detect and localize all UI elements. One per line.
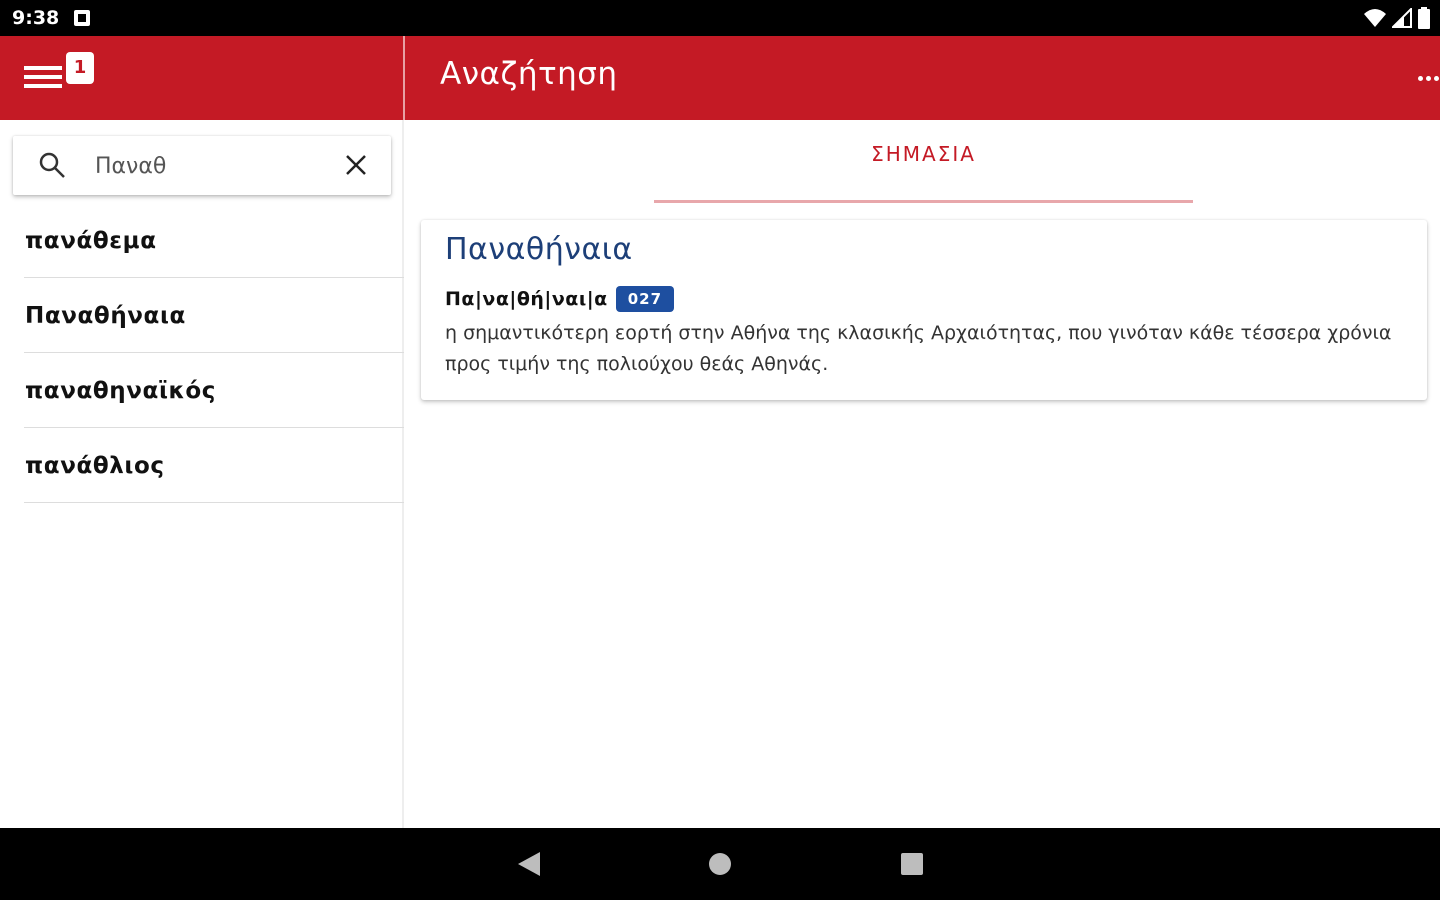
tab-meaning[interactable]: ΣΗΜΑΣΙΑ [654,142,1193,204]
app-bar-divider [403,36,405,120]
syllable-row: Πα|να|θή|ναι|α 027 [445,286,675,312]
detail-panel: ΣΗΜΑΣΙΑ Παναθήναια Πα|να|θή|ναι|α 027 η … [405,120,1440,828]
list-item[interactable]: παναθηναϊκός [0,353,404,428]
app-bar: 1 Αναζήτηση [0,36,1440,120]
close-icon[interactable] [343,152,369,178]
code-badge[interactable]: 027 [615,286,675,312]
syllabification: Πα|να|θή|ναι|α [445,288,608,310]
status-time: 9:38 [12,7,60,29]
headword: Παναθήναια [445,232,633,267]
list-item[interactable]: Παναθήναια [0,278,404,353]
search-icon [39,152,65,178]
tab-indicator [654,200,1193,203]
menu-button[interactable] [24,62,64,92]
list-item[interactable]: πανάθλιος [0,428,404,503]
page-title: Αναζήτηση [440,56,618,92]
menu-icon-line [24,84,62,88]
definition-text: η σημαντικότερη εορτή στην Αθήνα της κλα… [445,322,1392,375]
definition-card: Παναθήναια Πα|να|θή|ναι|α 027 η σημαντικ… [421,220,1427,400]
search-input[interactable] [93,146,333,186]
signal-icon [1392,8,1412,28]
overflow-menu-button[interactable] [1418,68,1440,88]
menu-badge: 1 [66,52,94,84]
notification-icon [74,10,90,26]
search-box [13,136,391,195]
result-list: πανάθεμα Παναθήναια παναθηναϊκός πανάθλι… [0,203,404,503]
back-icon[interactable] [518,852,540,876]
more-icon [1418,76,1423,81]
home-icon[interactable] [709,853,731,875]
menu-icon [24,66,62,70]
more-icon-dot [1434,76,1439,81]
navigation-bar [0,828,1440,900]
battery-icon [1418,7,1430,29]
wifi-icon [1364,9,1386,27]
status-icons [1364,7,1430,29]
recents-icon[interactable] [901,853,923,875]
status-bar: 9:38 [0,0,1440,36]
search-panel: πανάθεμα Παναθήναια παναθηναϊκός πανάθλι… [0,120,404,828]
menu-icon-line [24,75,62,79]
more-icon-dot [1426,76,1431,81]
list-item[interactable]: πανάθεμα [0,203,404,278]
